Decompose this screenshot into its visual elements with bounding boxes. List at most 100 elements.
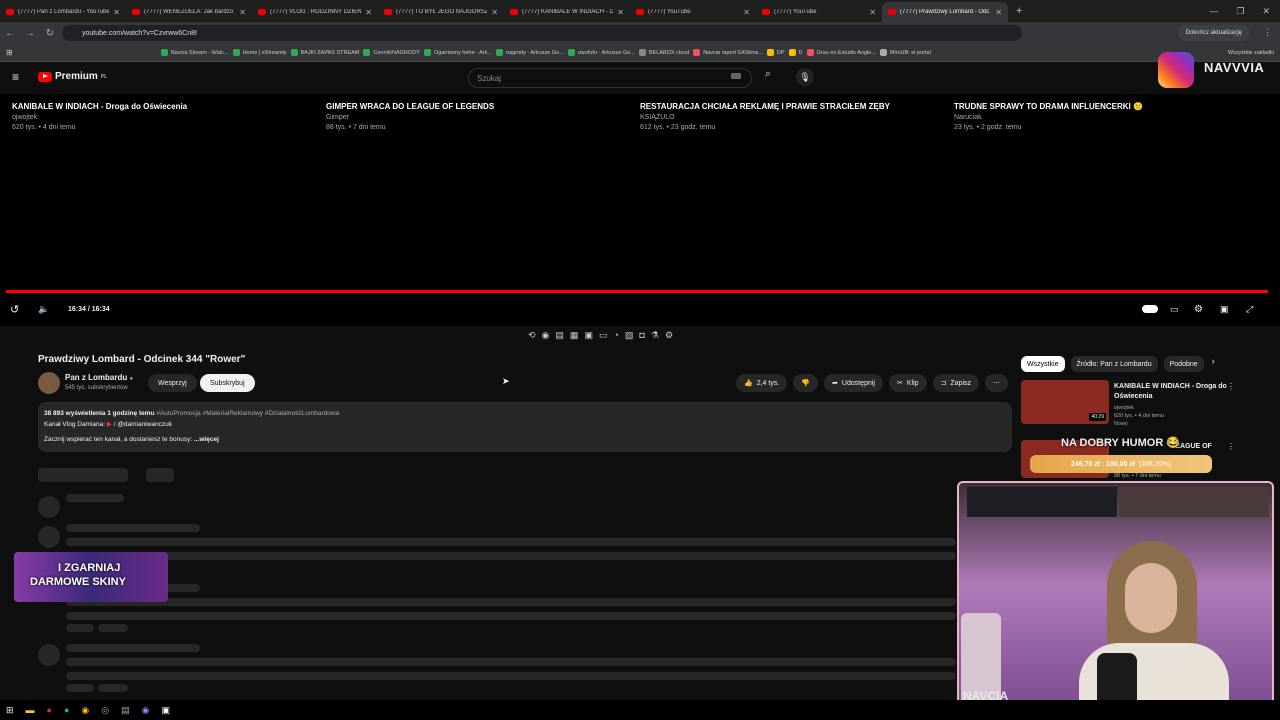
minimize-icon[interactable]: —: [1209, 6, 1218, 16]
endcard[interactable]: RESTAURACJA CHCIAŁA REKLAMĘ I PRAWIE STR…: [640, 102, 940, 131]
browser-tab[interactable]: (7777) KANIBALE W INDIACH - D ✕: [504, 2, 630, 22]
flask-icon[interactable]: ⚗: [651, 330, 659, 341]
more-icon[interactable]: ⋮: [1227, 442, 1235, 451]
spotify-icon[interactable]: ●: [64, 705, 69, 715]
app-icon[interactable]: ◉: [142, 705, 150, 716]
folder-icon[interactable]: ▬: [26, 705, 35, 715]
bookmark[interactable]: Ogarniemy hehe - Ark...: [423, 49, 492, 56]
subtitles-icon[interactable]: ▭: [1170, 304, 1179, 315]
frame-icon[interactable]: ▭: [599, 330, 608, 341]
bookmark[interactable]: uwufufu - Arkusze Go...: [567, 49, 635, 56]
app-icon[interactable]: ▣: [162, 705, 171, 716]
browser-tab[interactable]: (7777) YouTube ✕: [756, 2, 882, 22]
more-actions-button[interactable]: ⋯: [985, 374, 1009, 392]
bookmark[interactable]: Home | eStreamly: [232, 49, 287, 56]
autoplay-toggle[interactable]: [1142, 305, 1158, 313]
chip-all[interactable]: Wszystkie: [1021, 356, 1065, 372]
apps-icon[interactable]: ⊞: [6, 48, 13, 57]
miniplayer-icon[interactable]: ▣: [1220, 304, 1229, 315]
bookmark[interactable]: BELABOX cloud: [638, 49, 689, 56]
screen-icon[interactable]: ▤: [555, 330, 564, 341]
app-icon[interactable]: ●: [47, 705, 52, 715]
chrome-icon[interactable]: ◉: [81, 705, 89, 716]
pip-icon[interactable]: ▣: [584, 330, 593, 341]
close-icon[interactable]: ✕: [239, 8, 246, 17]
show-more-link[interactable]: ...więcej: [194, 436, 219, 443]
fullscreen-icon[interactable]: ⤢: [1246, 304, 1253, 315]
reload-icon[interactable]: ↻: [40, 28, 60, 39]
browser-tab[interactable]: (7777) YouTube ✕: [630, 2, 756, 22]
endcard[interactable]: GIMPER WRACA DO LEAGUE OF LEGENDS Gimper 8…: [326, 102, 626, 131]
back-icon[interactable]: ←: [0, 28, 20, 39]
start-icon[interactable]: ⊞: [6, 705, 14, 716]
audio-icon[interactable]: ◉: [542, 330, 550, 341]
bookmark[interactable]: Grau en Estudis Angle...: [806, 49, 876, 56]
hamburger-icon[interactable]: ≡: [12, 70, 19, 84]
chevron-right-icon[interactable]: ›: [1210, 356, 1215, 372]
chip-similar[interactable]: Podobne: [1163, 356, 1204, 372]
description-box[interactable]: 38 893 wyświetlenia 1 godzinę temu #Auto…: [38, 402, 1012, 452]
close-icon[interactable]: ✕: [365, 8, 372, 17]
keyboard-icon[interactable]: [731, 73, 741, 79]
search-icon[interactable]: ⌕: [756, 68, 780, 88]
film-icon[interactable]: ▦: [570, 330, 579, 341]
subscribe-button[interactable]: Subskrybuj: [200, 374, 255, 392]
bookmark[interactable]: DP: [766, 49, 785, 56]
replay-icon[interactable]: ↺: [10, 303, 19, 316]
browser-tab[interactable]: (7777) Pan z Lombardu - YouTube ✕: [0, 2, 126, 22]
bookmark[interactable]: BAJKI ZAPAS STREAM: [290, 49, 359, 56]
channel-avatar[interactable]: [38, 372, 60, 394]
menu-icon[interactable]: ⋮: [1263, 27, 1272, 38]
clip-button[interactable]: ✂ Klip: [888, 374, 927, 392]
close-window-icon[interactable]: ✕: [1262, 6, 1270, 17]
bookmark[interactable]: nagrody - Arkusze Go...: [495, 49, 564, 56]
update-button[interactable]: Dokończ aktualizację: [1177, 25, 1250, 41]
browser-tab[interactable]: (7777) TO BYŁ JEGO NAJGORSZY ✕: [378, 2, 504, 22]
share-button[interactable]: ➦ Udostępnij: [824, 374, 883, 392]
mic-icon[interactable]: 🎙: [796, 68, 814, 86]
bookmark[interactable]: D: [788, 49, 803, 56]
image-icon[interactable]: ▨: [625, 330, 634, 341]
maximize-icon[interactable]: ❐: [1236, 6, 1244, 17]
new-tab-icon[interactable]: +: [1016, 5, 1022, 17]
browser-tab[interactable]: (7777) VLOG : RODZINNY DZIEŃ ✕: [252, 2, 378, 22]
close-icon[interactable]: ✕: [617, 8, 624, 17]
save-button[interactable]: ⊐ Zapisz: [932, 374, 980, 392]
terminal-icon[interactable]: ▤: [121, 705, 130, 716]
bookmark[interactable]: Navcia Stream - Watc...: [160, 49, 229, 56]
close-icon[interactable]: ✕: [491, 8, 498, 17]
forward-icon[interactable]: →: [20, 28, 40, 39]
bookmark[interactable]: Navcia raport G4Skins...: [693, 49, 763, 56]
chip-source[interactable]: Źródło: Pan z Lombardu: [1070, 356, 1158, 372]
rec-item[interactable]: 40:29 KANIBALE W INDIACH - Droga do Oświ…: [1021, 380, 1261, 427]
channel-link[interactable]: / @damianiwanczuk: [114, 421, 172, 428]
channel-name[interactable]: Pan z Lombardu ●: [65, 373, 133, 382]
url-field[interactable]: youtube.com/watch?v=Czvrww6Cn8I: [62, 25, 1022, 41]
hashtags[interactable]: #AutoPromocja #MaterialReklamowy #Działa…: [156, 410, 339, 417]
video-player[interactable]: KANIBALE W INDIACH - Droga do Oświecenia…: [0, 94, 1280, 326]
camera-icon[interactable]: ◘: [639, 330, 644, 341]
close-icon[interactable]: ✕: [743, 8, 750, 17]
like-button[interactable]: 👍 2,4 tys.: [736, 374, 788, 392]
loop-icon[interactable]: ⟲: [528, 330, 536, 341]
gear-icon[interactable]: ⚙: [665, 330, 673, 341]
volume-icon[interactable]: 🔈: [38, 304, 49, 315]
close-icon[interactable]: ✕: [995, 8, 1002, 17]
support-button[interactable]: Wesprzyj: [148, 374, 197, 392]
browser-tab[interactable]: (7777) WENEZUELA: Jak bardzo je ✕: [126, 2, 252, 22]
close-icon[interactable]: ✕: [113, 8, 120, 17]
dislike-button[interactable]: 👎: [793, 374, 819, 392]
bookmark[interactable]: MónUB: el portal: [879, 49, 931, 56]
youtube-logo[interactable]: Premium PL: [38, 71, 107, 82]
settings-icon[interactable]: ⚙: [1194, 304, 1203, 315]
app-icon[interactable]: ◎: [101, 705, 109, 716]
progress-bar[interactable]: [6, 290, 1268, 293]
endcard[interactable]: TRUDNE SPRAWY TO DRAMA INFLUENCERKI 🙂 Nar…: [954, 102, 1154, 131]
close-icon[interactable]: ✕: [869, 8, 876, 17]
search-input[interactable]: Szukaj: [468, 68, 752, 88]
endcard[interactable]: KANIBALE W INDIACH - Droga do Oświecenia…: [12, 102, 312, 131]
bookmark[interactable]: Cennik/NAGRODY: [363, 49, 420, 56]
speed-icon[interactable]: ◔: [613, 330, 618, 341]
browser-tab-active[interactable]: (7777) Prawdziwy Lombard - Odc ✕: [882, 2, 1008, 22]
more-icon[interactable]: ⋮: [1227, 382, 1235, 391]
